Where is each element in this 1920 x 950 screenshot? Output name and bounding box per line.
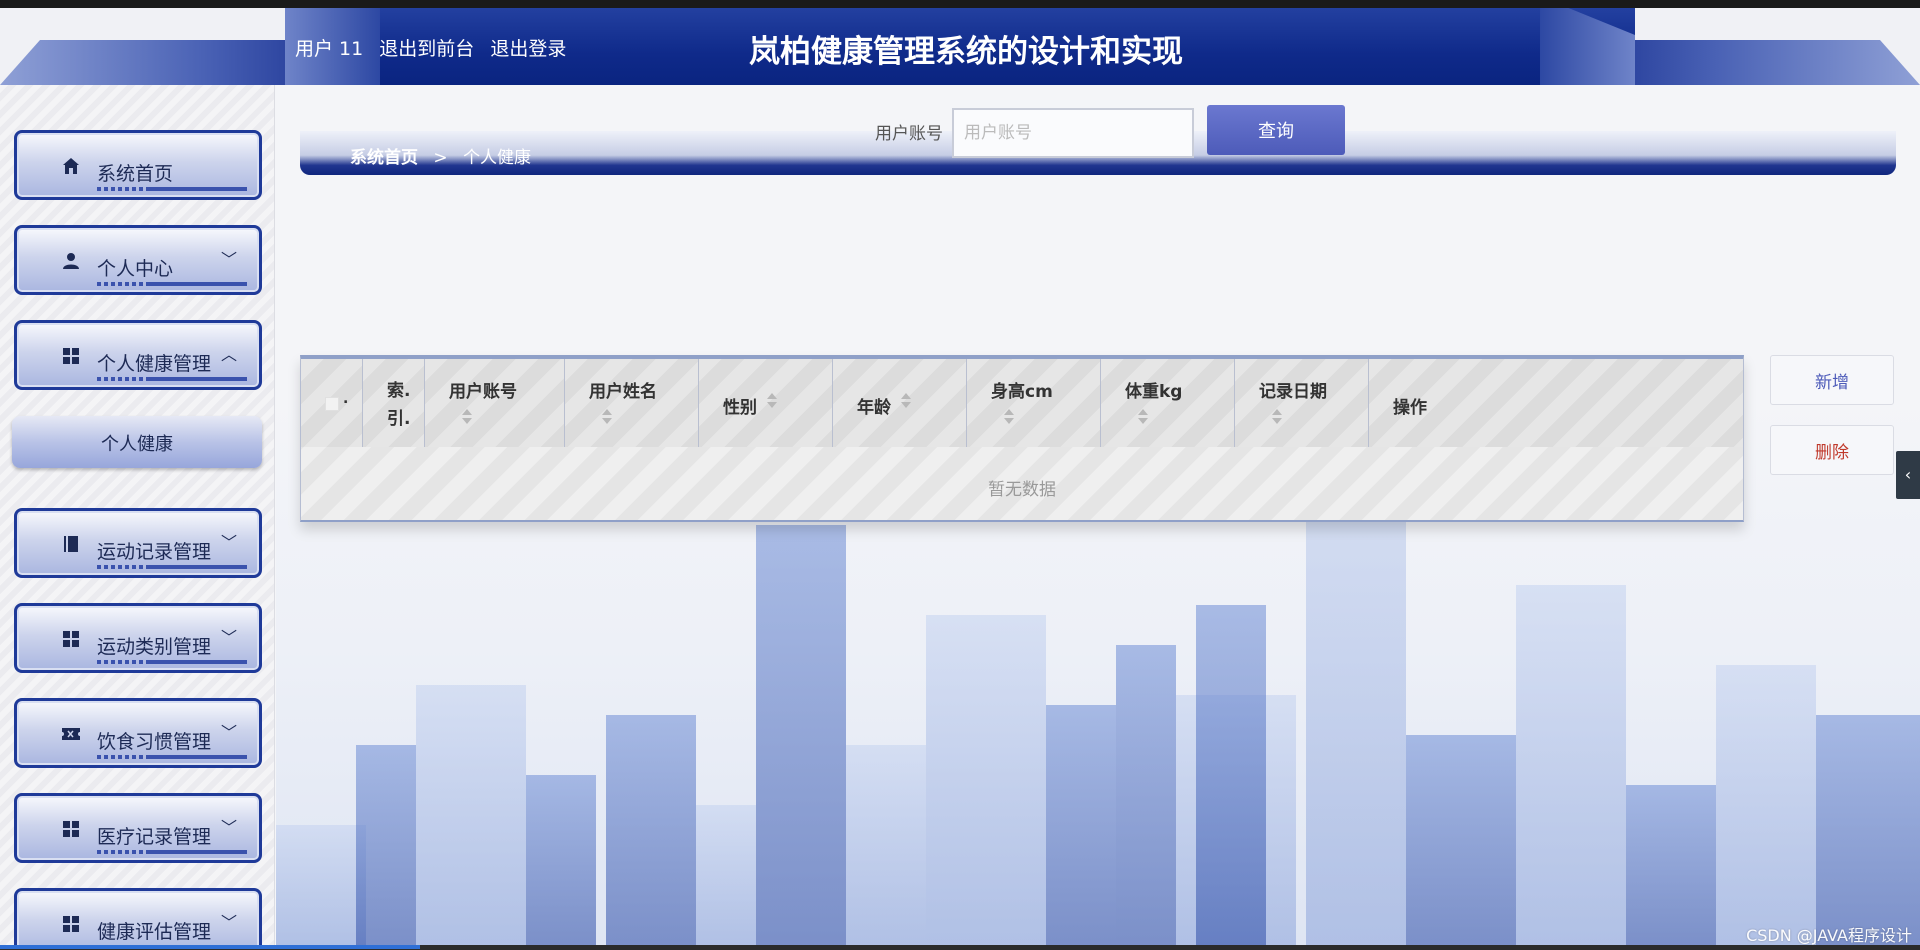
table-header: . 索. 引. 用户账号 用户姓名 性别 年龄 身高cm 体重kg 记录日期 操…	[301, 359, 1743, 447]
sidebar-item-label: 运动记录管理	[97, 541, 212, 563]
menu-underline	[97, 850, 247, 854]
watermark: CSDN @JAVA程序设计	[1746, 926, 1912, 945]
search-button[interactable]: 查询	[1207, 105, 1345, 155]
column-header-index: 索. 引.	[363, 359, 425, 447]
breadcrumb-home[interactable]: 系统首页	[350, 148, 418, 168]
app-header: 用户 11 退出到前台 退出登录 岚柏健康管理系统的设计和实现	[0, 8, 1920, 85]
grid-icon	[61, 915, 81, 935]
exit-to-front-link[interactable]: 退出到前台	[379, 38, 474, 60]
sort-icon[interactable]	[602, 409, 612, 425]
column-header-age[interactable]: 年龄	[833, 359, 967, 447]
checkbox-suffix: .	[343, 391, 349, 407]
user-label: 用户 11	[295, 38, 364, 60]
sidebar-item-health-mgmt[interactable]: 个人健康管理 ︿	[14, 320, 262, 390]
column-label: 记录日期	[1259, 382, 1327, 402]
sidebar-subitem-label: 个人健康	[101, 434, 173, 455]
sort-icon[interactable]	[767, 393, 777, 409]
sidebar-subitem-personal-health[interactable]: 个人健康	[12, 416, 262, 468]
chevron-left-icon: ‹	[1904, 465, 1912, 484]
column-header-actions: 操作	[1369, 359, 1743, 447]
column-header-gender[interactable]: 性别	[699, 359, 833, 447]
grid-icon	[61, 347, 81, 367]
main-content: 系统首页 > 个人健康 用户账号 查询 . 索. 引. 用户账号 用户姓名 性别	[276, 85, 1920, 945]
chevron-down-icon: ﹀	[220, 723, 237, 742]
select-all-checkbox[interactable]: .	[301, 359, 363, 447]
book-icon	[61, 535, 81, 555]
grid-icon	[61, 820, 81, 840]
user-icon	[61, 252, 81, 272]
chevron-down-icon: ﹀	[220, 628, 237, 647]
sidebar-item-label: 运动类别管理	[97, 636, 212, 658]
menu-underline	[97, 377, 247, 381]
ticket-icon	[61, 725, 81, 745]
sidebar-item-health-assessment[interactable]: 健康评估管理 ﹀	[14, 888, 262, 945]
menu-underline	[97, 755, 247, 759]
search-input[interactable]	[952, 108, 1194, 158]
data-table: . 索. 引. 用户账号 用户姓名 性别 年龄 身高cm 体重kg 记录日期 操…	[300, 355, 1744, 522]
column-header-name[interactable]: 用户姓名	[565, 359, 699, 447]
sidebar-item-exercise-records[interactable]: 运动记录管理 ﹀	[14, 508, 262, 578]
sidebar-item-profile[interactable]: 个人中心 ﹀	[14, 225, 262, 295]
sidebar-item-label: 医疗记录管理	[97, 826, 212, 848]
column-label: 年龄	[857, 398, 891, 418]
menu-underline	[97, 187, 247, 191]
sidebar-item-exercise-types[interactable]: 运动类别管理 ﹀	[14, 603, 262, 673]
column-label: 用户账号	[449, 382, 517, 402]
column-header-account[interactable]: 用户账号	[425, 359, 565, 447]
loading-progress-bar	[0, 945, 420, 949]
sidebar-item-medical-records[interactable]: 医疗记录管理 ﹀	[14, 793, 262, 863]
chevron-up-icon: ︿	[220, 345, 237, 364]
empty-state-text: 暂无数据	[988, 480, 1056, 500]
header-wing-right	[1630, 40, 1920, 85]
breadcrumb: 系统首页 > 个人健康	[350, 143, 531, 168]
collapse-panel-toggle[interactable]: ‹	[1896, 451, 1920, 499]
top-strip	[0, 0, 1920, 8]
column-header-height[interactable]: 身高cm	[967, 359, 1101, 447]
home-icon	[61, 157, 81, 177]
city-background	[276, 215, 1920, 945]
sort-icon[interactable]	[1004, 409, 1014, 425]
sort-icon[interactable]	[901, 393, 911, 409]
add-button[interactable]: 新增	[1770, 355, 1894, 405]
sidebar-item-label: 健康评估管理	[97, 921, 212, 943]
column-label: 用户姓名	[589, 382, 657, 402]
column-label: 性别	[723, 398, 757, 418]
logout-link[interactable]: 退出登录	[490, 38, 566, 60]
index-header-label: 索. 引.	[387, 381, 411, 429]
menu-underline	[97, 660, 247, 664]
page-title: 岚柏健康管理系统的设计和实现	[749, 34, 1183, 70]
sort-icon[interactable]	[1272, 409, 1282, 425]
breadcrumb-separator: >	[433, 148, 448, 168]
menu-underline	[97, 565, 247, 569]
checkbox[interactable]	[325, 397, 339, 411]
sidebar-item-home[interactable]: 系统首页	[14, 130, 262, 200]
sidebar-item-label: 个人中心	[97, 258, 174, 280]
grid-icon	[61, 630, 81, 650]
column-label: 操作	[1393, 398, 1427, 418]
sort-icon[interactable]	[462, 409, 472, 425]
chevron-down-icon: ﹀	[220, 250, 237, 269]
header-wing-left	[0, 40, 290, 85]
search-label: 用户账号	[875, 124, 943, 144]
sort-icon[interactable]	[1138, 409, 1148, 425]
sidebar: 系统首页 个人中心 ﹀ 个人健康管理 ︿ 个人健康 运动记录管理 ﹀ 运动类别管…	[0, 85, 275, 945]
chevron-down-icon: ﹀	[220, 818, 237, 837]
sidebar-item-diet-habits[interactable]: 饮食习惯管理 ﹀	[14, 698, 262, 768]
delete-button[interactable]: 删除	[1770, 425, 1894, 475]
column-header-weight[interactable]: 体重kg	[1101, 359, 1235, 447]
chevron-down-icon: ﹀	[220, 533, 237, 552]
chevron-down-icon: ﹀	[220, 913, 237, 932]
sidebar-item-label: 个人健康管理	[97, 353, 212, 375]
user-links: 用户 11 退出到前台 退出登录	[295, 34, 576, 61]
menu-underline	[97, 282, 247, 286]
sidebar-item-label: 饮食习惯管理	[97, 731, 212, 753]
breadcrumb-current: 个人健康	[463, 148, 532, 168]
sidebar-item-label: 系统首页	[97, 163, 174, 185]
column-header-record-date[interactable]: 记录日期	[1235, 359, 1369, 447]
column-label: 体重kg	[1125, 382, 1183, 402]
column-label: 身高cm	[991, 382, 1053, 402]
